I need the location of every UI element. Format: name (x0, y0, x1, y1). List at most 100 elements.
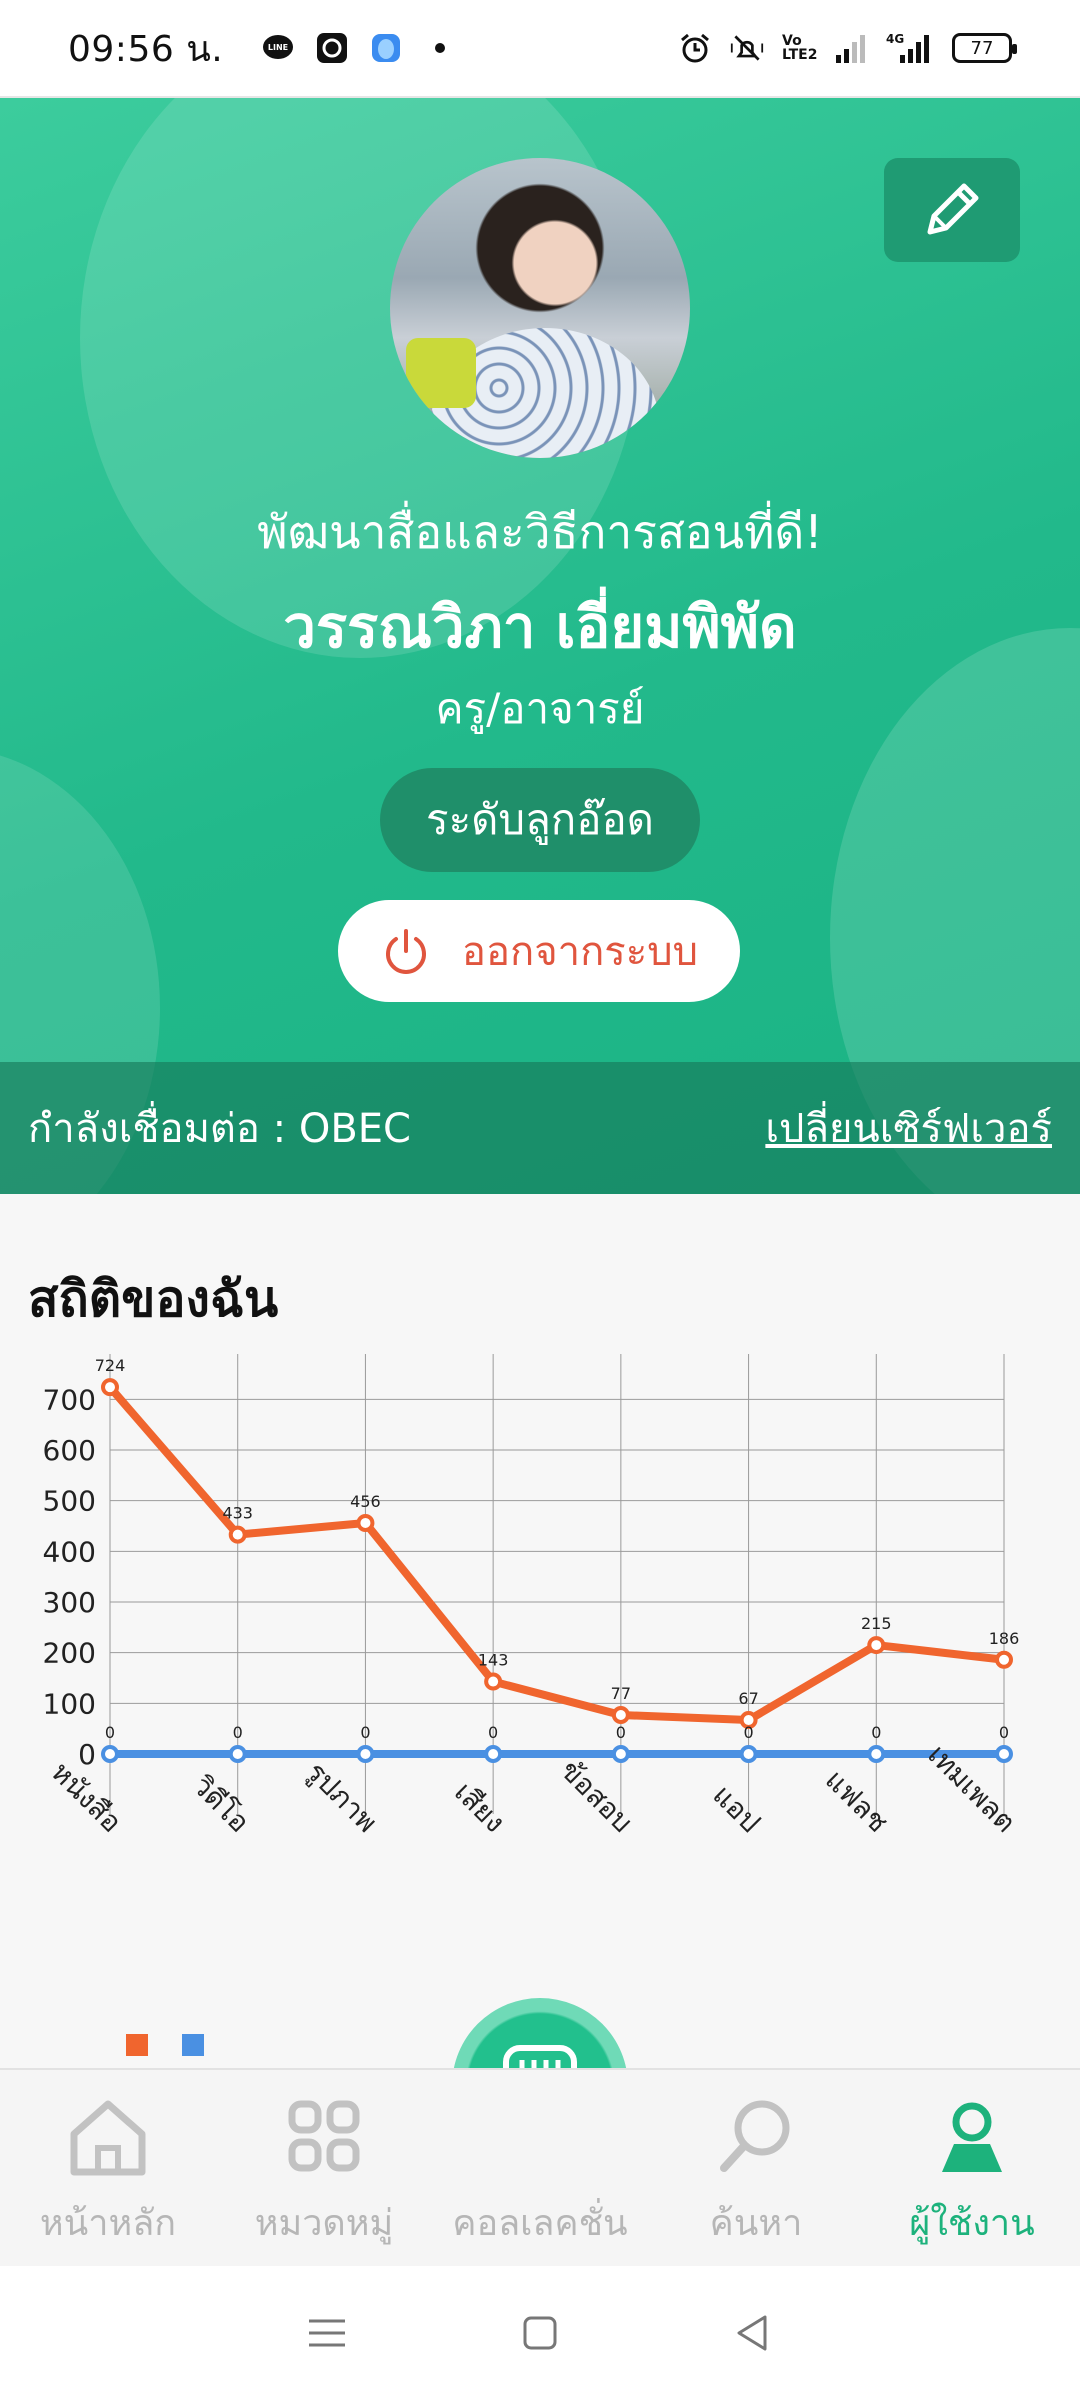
more-dot-icon (423, 31, 457, 65)
y-tick-label: 400 (43, 1535, 96, 1568)
stats-title: สถิติของฉัน (28, 1270, 279, 1328)
x-tick-label: แฟลช (819, 1763, 895, 1839)
svg-text:LINE: LINE (268, 43, 288, 52)
y-tick-label: 600 (43, 1434, 96, 1467)
stats-section: สถิติของฉัน 0 100 200 300 400 500 600 700 724 433… (0, 1194, 1080, 2070)
menu-icon[interactable] (307, 2313, 347, 2353)
data-label: 0 (488, 1723, 498, 1742)
server-status-bar: กำลังเชื่อมต่อ : OBEC เปลี่ยนเซิร์ฟเวอร์ (0, 1062, 1080, 1194)
search-icon (720, 2100, 790, 2172)
stats-line-chart: 0 100 200 300 400 500 600 700 724 433 456 143 77 67 21… (43, 1354, 1022, 2056)
data-point (101, 1745, 119, 1763)
data-label: 456 (350, 1492, 381, 1511)
y-tick-label: 500 (43, 1485, 96, 1518)
bottom-navigation: หน้าหลัก หมวดหมู่ คอลเลคชั่น ค้นหา ผู้ใช… (0, 2068, 1080, 2266)
data-point (484, 1672, 503, 1691)
logout-label: ออกจากระบบ (461, 929, 699, 975)
volte-indicator: Vo LTE2 (782, 33, 818, 63)
data-point (101, 1378, 119, 1397)
data-label: 215 (861, 1614, 892, 1633)
legend-swatch (126, 2034, 148, 2056)
y-tick-label: 100 (43, 1687, 96, 1720)
data-point (356, 1513, 375, 1532)
nav-item-home[interactable]: หน้าหลัก (0, 2090, 216, 2260)
x-tick-label: รูปภาพ (299, 1755, 383, 1839)
data-point (611, 1745, 630, 1763)
y-tick-label: 0 (78, 1738, 96, 1771)
data-label: 67 (738, 1689, 758, 1708)
logout-button[interactable]: ออกจากระบบ (338, 900, 740, 1002)
data-point (995, 1745, 1013, 1763)
status-bar: 09:56 น. LINE Vo LTE2 4G 77 (0, 0, 1080, 98)
mute-vibrate-icon (730, 31, 764, 65)
avatar-photo-detail (406, 338, 476, 408)
x-tick-label: เสียง (448, 1775, 511, 1838)
system-status-icons: Vo LTE2 4G 77 (678, 31, 1017, 65)
home-button-icon[interactable] (520, 2313, 560, 2353)
data-label: 0 (616, 1723, 626, 1742)
user-icon (942, 2102, 1002, 2172)
y-tick-label: 200 (43, 1637, 96, 1670)
nav-label: ค้นหา (709, 2203, 803, 2244)
system-navigation-bar (0, 2266, 1080, 2400)
battery-indicator: 77 (952, 33, 1017, 63)
power-icon (385, 929, 426, 974)
nav-item-collection[interactable]: คอลเลคชั่น (432, 2090, 648, 2260)
nav-label: หน้าหลัก (39, 2203, 177, 2244)
data-label: 724 (95, 1356, 126, 1375)
data-label: 0 (233, 1723, 243, 1742)
series-line (106, 1384, 1005, 1725)
data-label: 0 (999, 1723, 1009, 1742)
data-label: 77 (611, 1684, 631, 1703)
avatar[interactable] (390, 158, 690, 458)
data-point (995, 1650, 1013, 1669)
app-notification-icon (369, 31, 403, 65)
category-icon (288, 2100, 360, 2172)
x-tick-label: วิดีโอ (186, 1769, 256, 1839)
profile-header: พัฒนาสื่อและวิธีการสอนที่ดี! วรรณวิภา เอ… (0, 98, 1080, 1194)
nav-label: หมวดหมู่ (254, 2203, 394, 2244)
data-label: 0 (105, 1723, 115, 1742)
x-tick-label: ข้อสอบ (554, 1754, 639, 1839)
camera-app-icon (315, 31, 349, 65)
data-point (228, 1525, 247, 1544)
legend-swatch (182, 2034, 204, 2056)
alarm-icon (678, 31, 712, 65)
data-point (484, 1745, 503, 1763)
data-label: 0 (871, 1723, 881, 1742)
nav-item-category[interactable]: หมวดหมู่ (216, 2090, 432, 2260)
data-point (611, 1705, 630, 1724)
signal-icon-2: 4G (886, 31, 934, 65)
signal-icon-1 (834, 31, 868, 65)
data-point (867, 1636, 886, 1655)
nav-label: ผู้ใช้งาน (909, 2203, 1035, 2244)
level-label: ระดับลูกอ๊อด (426, 795, 654, 844)
pencil-icon (927, 183, 979, 235)
home-icon (70, 2100, 146, 2176)
notification-icons: LINE (261, 31, 457, 65)
status-time: 09:56 น. (68, 28, 224, 70)
nav-item-user[interactable]: ผู้ใช้งาน (864, 2090, 1080, 2260)
back-icon[interactable] (733, 2313, 773, 2353)
change-server-link[interactable]: เปลี่ยนเซิร์ฟเวอร์ (765, 1096, 1052, 1160)
data-label: 0 (743, 1723, 753, 1742)
nav-item-search[interactable]: ค้นหา (648, 2090, 864, 2260)
server-status-label: กำลังเชื่อมต่อ : OBEC (28, 1106, 411, 1152)
nav-label: คอลเลคชั่น (452, 2203, 628, 2244)
nav-icon-spacer (492, 2090, 588, 2186)
data-point (739, 1745, 758, 1763)
profile-slogan: พัฒนาสื่อและวิธีการสอนที่ดี! (257, 505, 823, 559)
data-label: 143 (478, 1651, 509, 1670)
data-label: 433 (222, 1504, 253, 1523)
svg-text:4G: 4G (886, 32, 904, 46)
edit-profile-button[interactable] (884, 158, 1020, 262)
x-tick-label: แอป (706, 1778, 767, 1839)
level-badge: ระดับลูกอ๊อด (380, 768, 700, 872)
user-role: ครู/อาจารย์ (435, 684, 645, 733)
data-point (228, 1745, 247, 1763)
y-tick-label: 700 (43, 1383, 96, 1416)
y-tick-label: 300 (43, 1586, 96, 1619)
line-app-icon: LINE (261, 31, 295, 65)
data-label: 186 (989, 1629, 1020, 1648)
user-name: วรรณวิภา เอี่ยมพิพัด (283, 593, 797, 661)
